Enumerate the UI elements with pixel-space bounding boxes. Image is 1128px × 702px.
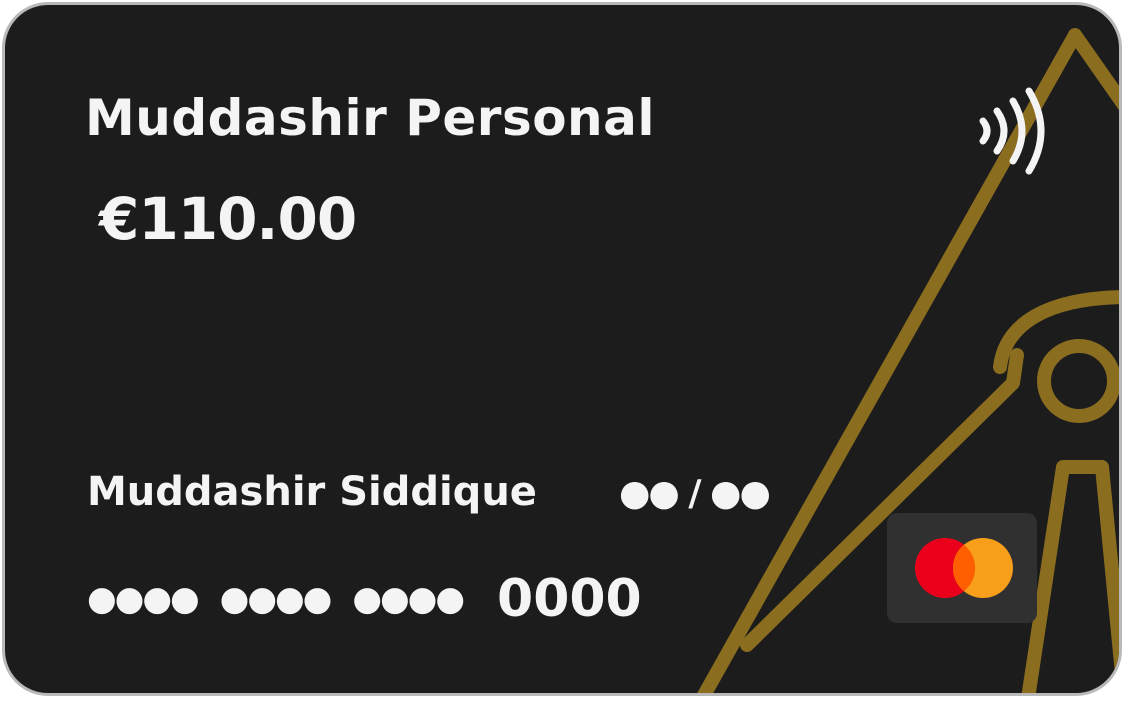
card-network-badge bbox=[887, 513, 1037, 623]
account-name: Muddashir Personal bbox=[85, 89, 656, 147]
contactless-icon bbox=[979, 87, 1045, 175]
payment-card[interactable]: Muddashir Personal €110.00 Muddashir Sid… bbox=[2, 2, 1122, 696]
masked-number-group: ●●●● bbox=[87, 579, 200, 619]
cardholder-name: Muddashir Siddique bbox=[87, 469, 537, 515]
mastercard-logo bbox=[915, 538, 1013, 598]
expiry-date: ●● / ●● bbox=[619, 473, 771, 514]
card-last-four: 0000 bbox=[497, 569, 642, 629]
card-balance: €110.00 bbox=[99, 185, 357, 253]
card-number: ●●●● ●●●● ●●●● 0000 bbox=[87, 569, 642, 629]
masked-number-group: ●●●● bbox=[219, 579, 333, 619]
masked-number-group: ●●●● bbox=[352, 579, 465, 619]
